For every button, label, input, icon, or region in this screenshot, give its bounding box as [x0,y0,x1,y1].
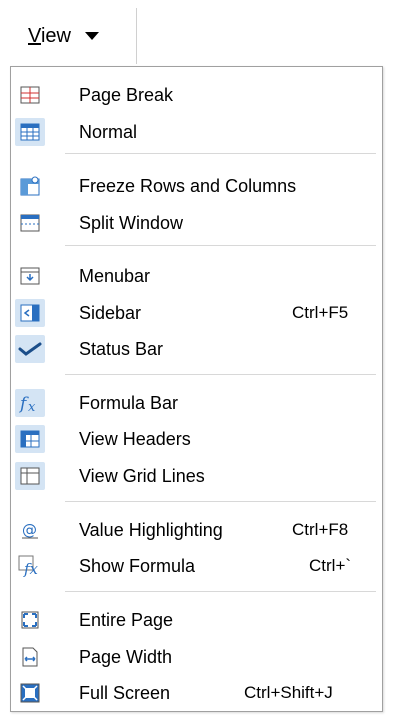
show-formula-icon: fx [15,552,45,580]
view-menu-label-rest: iew [40,24,71,47]
menu-item-shortcut: Ctrl+F5 [292,303,349,322]
menu-separator [65,501,376,502]
menu-item-label: Page Break [79,85,174,105]
page-width-icon [15,643,45,671]
menu-item-show-formula[interactable]: fx Show Formula Ctrl+` [13,549,380,583]
normal-view-icon [15,118,45,146]
menu-item-label: Status Bar [79,339,164,359]
menu-item-label: Normal [79,122,138,142]
menu-separator [65,591,376,592]
menu-item-menubar[interactable]: Menubar [13,259,380,293]
sidebar-icon [15,299,45,327]
view-menu-button[interactable]: View [14,12,136,60]
menu-item-label: Sidebar [79,303,142,323]
svg-text:fx: fx [23,560,39,577]
toolbar-separator [136,8,137,64]
menu-item-shortcut: Ctrl+Shift+J [244,683,333,702]
dropdown-arrow-icon [85,32,99,40]
menu-item-label: Entire Page [79,610,174,630]
formula-bar-icon: fx [15,389,45,417]
menu-item-label: Split Window [79,213,184,233]
menu-item-label: Freeze Rows and Columns [79,176,297,196]
view-menu-mnemonic: V [28,24,41,47]
split-window-icon [15,209,45,237]
menu-item-entire-page[interactable]: Entire Page [13,603,380,637]
grid-lines-icon [15,462,45,490]
svg-text:x: x [28,400,36,413]
menu-item-status-bar[interactable]: Status Bar [13,332,380,366]
entire-page-icon [15,606,45,634]
checkmark-icon [15,335,45,363]
value-highlighting-icon: @ [15,516,45,544]
menu-item-freeze-rows-columns[interactable]: Freeze Rows and Columns [13,169,380,203]
menu-item-page-width[interactable]: Page Width [13,640,380,674]
menu-separator [65,245,376,246]
view-headers-icon [15,425,45,453]
menu-separator [65,153,376,154]
menu-item-view-headers[interactable]: View Headers [13,422,380,456]
menu-item-shortcut: Ctrl+` [309,556,352,575]
menu-item-normal[interactable]: Normal [13,115,380,149]
menu-item-formula-bar[interactable]: fx Formula Bar [13,386,380,420]
menu-item-label: Page Width [79,647,173,667]
menu-item-split-window[interactable]: Split Window [13,206,380,240]
svg-text:@: @ [22,521,37,539]
menu-item-sidebar[interactable]: Sidebar Ctrl+F5 [13,296,380,330]
menu-item-label: Show Formula [79,556,196,576]
full-screen-icon [15,679,45,707]
view-menu-label: View [28,25,71,48]
view-menu-dropdown: Page Break Normal Freeze Rows and Column… [10,66,383,712]
menu-item-view-grid-lines[interactable]: View Grid Lines [13,459,380,493]
menu-item-label: View Grid Lines [79,466,205,486]
menu-item-label: View Headers [79,429,191,449]
page-break-icon [15,81,45,109]
menu-item-shortcut: Ctrl+F8 [292,520,349,539]
menu-item-label: Menubar [79,266,151,286]
menu-item-value-highlighting[interactable]: @ Value Highlighting Ctrl+F8 [13,513,380,547]
menu-item-full-screen[interactable]: Full Screen Ctrl+Shift+J [13,676,380,710]
menu-item-page-break[interactable]: Page Break [13,78,380,112]
menubar-icon [15,262,45,290]
toolbar: View [0,0,395,64]
menu-separator [65,374,376,375]
menu-item-label: Full Screen [79,683,171,703]
menu-item-label: Value Highlighting [79,520,223,540]
menu-item-label: Formula Bar [79,393,179,413]
freeze-icon [15,172,45,200]
